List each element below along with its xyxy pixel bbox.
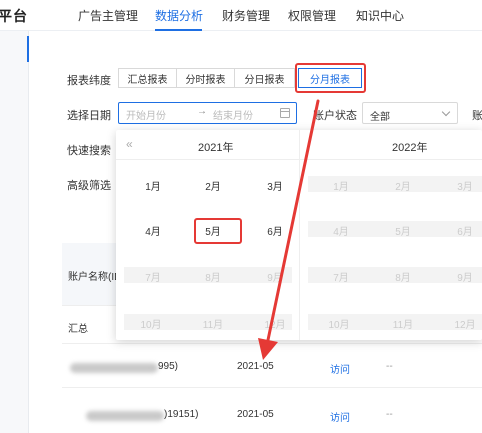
account-status-value: 全部 (370, 112, 390, 123)
segment-summary-report[interactable]: 汇总报表 (118, 68, 177, 88)
table-row-dash: -- (386, 409, 393, 420)
month-cell-disabled: 11月 (392, 320, 414, 331)
nav-data-analysis[interactable]: 数据分析 (155, 7, 203, 24)
month-cell-disabled: 3月 (457, 182, 473, 193)
nav-permission[interactable]: 权限管理 (288, 7, 336, 24)
start-month-placeholder: 开始月份 (126, 111, 166, 122)
highlight-selected-month-box (194, 218, 242, 244)
month-cell-disabled: 10月 (140, 320, 162, 331)
month-cell-disabled: 6月 (457, 227, 473, 238)
table-row-month: 2021-05 (237, 361, 274, 372)
right-year: 2022年 (392, 142, 428, 154)
month-cell-disabled: 2月 (395, 182, 411, 193)
quick-search-label: 快速搜索 (67, 145, 111, 157)
brand-title: 平台 (0, 8, 28, 24)
segment-hourly-report[interactable]: 分时报表 (176, 68, 235, 88)
month-cell-disabled: 5月 (395, 227, 411, 238)
range-arrow-icon: → (197, 106, 207, 117)
date-label: 选择日期 (67, 110, 111, 122)
month-picker-popup: « 2021年 2022年 1月 2月 3月 4月 5月 6月 7月 8月 9月… (116, 130, 482, 340)
month-cell[interactable]: 2月 (198, 178, 228, 193)
month-cell-disabled: 10月 (328, 320, 350, 331)
month-cell[interactable]: 4月 (138, 223, 168, 238)
sidebar (0, 31, 29, 433)
month-cell[interactable]: 6月 (260, 223, 290, 238)
table-row-id: 995) (158, 361, 179, 372)
visit-link[interactable]: 访问 (330, 409, 350, 424)
calendar-icon (280, 108, 290, 118)
month-cell-disabled: 9月 (267, 273, 283, 284)
left-year: 2021年 (198, 142, 234, 154)
end-month-placeholder: 结束月份 (213, 111, 253, 122)
summary-row-label: 汇总 (68, 324, 88, 335)
highlight-monthly-box (295, 63, 366, 93)
chevron-down-icon (441, 107, 451, 117)
report-dim-label: 报表纬度 (67, 75, 111, 87)
prev-year-icon[interactable]: « (126, 137, 133, 151)
cut-off-label: 账 (472, 110, 482, 122)
month-cell-disabled: 7月 (145, 273, 161, 284)
month-range-input[interactable]: 开始月份 → 结束月份 (118, 102, 297, 124)
top-nav: 平台 广告主管理 数据分析 财务管理 权限管理 知识中心 (0, 0, 482, 31)
segment-daily-report[interactable]: 分日报表 (234, 68, 295, 88)
account-status-select[interactable]: 全部 (362, 102, 458, 124)
table-row-month: 2021-05 (237, 409, 274, 420)
nav-advertiser[interactable]: 广告主管理 (78, 7, 138, 24)
month-cell-disabled: 9月 (457, 273, 473, 284)
month-cell[interactable]: 3月 (260, 178, 290, 193)
month-cell-disabled: 12月 (264, 320, 286, 331)
visit-link[interactable]: 访问 (330, 361, 350, 376)
month-cell-disabled: 8月 (395, 273, 411, 284)
table-row-dash: -- (386, 361, 393, 372)
month-cell-disabled: 8月 (205, 273, 221, 284)
month-cell-disabled: 11月 (202, 320, 224, 331)
month-cell-disabled: 1月 (333, 182, 349, 193)
advanced-filter-label: 高级筛选 (67, 180, 111, 192)
table-row-id: )19151) (164, 409, 199, 420)
month-cell[interactable]: 1月 (138, 178, 168, 193)
nav-finance[interactable]: 财务管理 (222, 7, 270, 24)
blurred-account-name (86, 411, 164, 421)
blurred-account-name (70, 363, 158, 373)
sidebar-active-indicator (27, 36, 29, 62)
column-account-name: 账户名称(ID (68, 272, 122, 283)
nav-knowledge[interactable]: 知识中心 (356, 7, 404, 24)
month-cell-disabled: 12月 (454, 320, 476, 331)
month-cell-disabled: 7月 (333, 273, 349, 284)
account-status-label: 账户状态 (313, 110, 357, 122)
month-cell-disabled: 4月 (333, 227, 349, 238)
